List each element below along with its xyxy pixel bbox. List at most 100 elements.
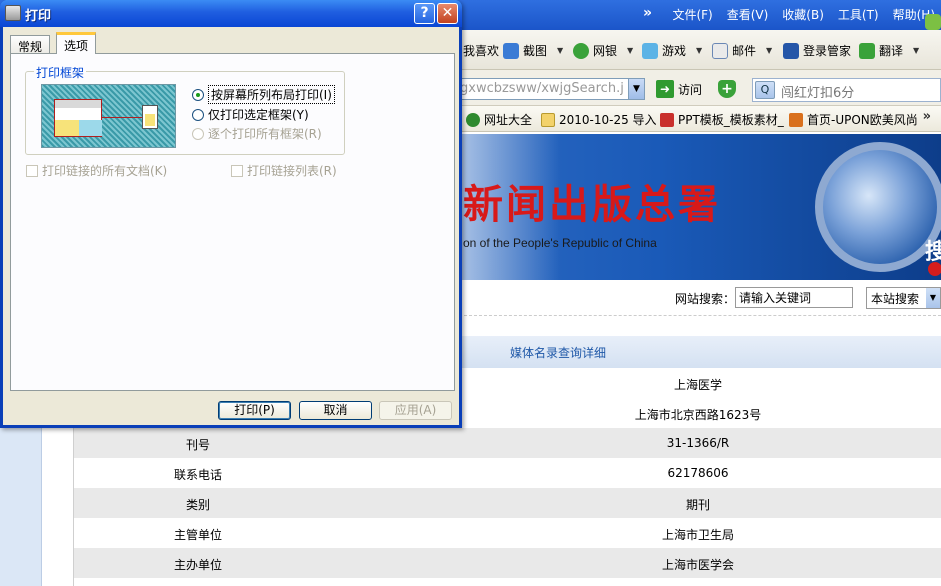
url-dropdown-icon[interactable]: ▼ (628, 79, 644, 99)
table-row: 类别 期刊 (74, 488, 941, 518)
favorites-more-chevron[interactable]: » (923, 109, 931, 124)
row-key: 联系电话 (173, 468, 222, 482)
preview-frame-right (79, 120, 102, 136)
preview-arrow (102, 117, 142, 118)
key-icon (783, 42, 799, 59)
help-button[interactable]: ? (414, 3, 435, 24)
mail-icon (712, 42, 728, 59)
checkbox-print-linked-documents: 打印链接的所有文档(K) (26, 162, 167, 179)
browser-search-input[interactable]: Q 闯红灯扣6分 (752, 78, 941, 102)
site-search-placeholder: 请输入关键词 (739, 291, 812, 305)
preview-frame-left (55, 120, 79, 136)
toolbar-login-manager-button[interactable]: 登录管家 (783, 42, 851, 59)
url-input[interactable]: gxwcbzsww/xwjgSearch.j ▼ (455, 78, 645, 100)
menu-favorites[interactable]: 收藏(B) (782, 6, 824, 23)
print-dialog: 打印 ? ✕ 常规 选项 打印框架 按屏幕所列布局打印(I) 仅打印选定框架(Y… (0, 0, 462, 428)
bank-icon (573, 42, 589, 59)
chevron-down-icon[interactable]: ▼ (696, 46, 702, 55)
table-row: 主办单位 上海市医学会 (74, 548, 941, 578)
radio-selected-frame-only[interactable]: 仅打印选定框架(Y) (192, 106, 309, 123)
toolbar-bank-button[interactable]: 网银 ▼ (573, 42, 633, 59)
site-search-input[interactable]: 请输入关键词 (735, 287, 853, 308)
radio-label: 按屏幕所列布局打印(I) (208, 85, 335, 104)
preview-window-graphic (54, 99, 102, 137)
chevron-down-icon: ▼ (926, 288, 940, 308)
fav-item-label: PPT模板_模板素材_ (678, 113, 784, 127)
go-arrow-icon: ➜ (656, 80, 674, 98)
toolbar-games-button[interactable]: 游戏 ▼ (642, 42, 702, 59)
translate-icon (859, 42, 875, 59)
checkbox-print-link-table: 打印链接列表(R) (231, 162, 337, 179)
row-key: 刊号 (185, 438, 210, 452)
detail-heading: 媒体名录查询详细 (510, 346, 607, 360)
go-button[interactable]: ➜ 访问 (656, 80, 702, 98)
toolbar-games-label: 游戏 (662, 44, 687, 58)
fav-item-label: 首页-UPON欧美风尚 (807, 113, 918, 127)
chevron-down-icon[interactable]: ▼ (627, 46, 633, 55)
row-value: 上海市北京西路1623号 (634, 408, 762, 422)
banner-red-dot (928, 262, 941, 276)
games-icon (642, 42, 658, 59)
row-value: 上海市卫生局 (661, 528, 734, 542)
checkbox-label: 打印链接列表(R) (247, 164, 337, 178)
browser-logo-icon (925, 14, 941, 30)
shield-icon[interactable]: + (718, 80, 736, 98)
toolbar-mail-label: 邮件 (732, 44, 757, 58)
table-row: 刊号 31-1366/R (74, 428, 941, 458)
tab-options[interactable]: 选项 (56, 32, 97, 54)
radio-label: 仅打印选定框架(Y) (208, 108, 309, 122)
page-icon (789, 112, 803, 127)
fav-item[interactable]: PPT模板_模板素材_ (660, 111, 784, 128)
row-value: 上海医学 (673, 378, 722, 392)
toolbar-translate-button[interactable]: 翻译 ▼ (859, 42, 919, 59)
preview-window-titlebar (55, 100, 101, 108)
banner-title: 新闻出版总署 (463, 181, 721, 228)
preview-page-block (145, 114, 155, 126)
search-icon[interactable]: Q (755, 81, 775, 99)
magnifier-graphic (815, 142, 941, 272)
toolbar-screenshot-button[interactable]: 截图 ▼ (503, 42, 563, 59)
options-panel: 打印框架 按屏幕所列布局打印(I) 仅打印选定框架(Y) 逐个打印所有框架(R)… (10, 53, 455, 391)
dialog-title: 打印 (25, 9, 52, 24)
menu-more-chevron[interactable]: » (643, 5, 652, 21)
chevron-down-icon[interactable]: ▼ (766, 46, 772, 55)
menu-file[interactable]: 文件(F) (672, 6, 712, 23)
fav-item[interactable]: 2010-10-25 导入 (541, 111, 657, 128)
toolbar-favorite-partial[interactable]: 我喜欢 (463, 42, 499, 59)
radio-indicator (192, 127, 204, 140)
row-key: 类别 (185, 498, 210, 512)
toolbar-mail-button[interactable]: 邮件 ▼ (712, 42, 772, 59)
url-text: gxwcbzsww/xwjgSearch.j (460, 81, 624, 96)
preview-page-graphic (142, 105, 158, 129)
row-key: 主管单位 (173, 528, 222, 542)
radio-label: 逐个打印所有框架(R) (208, 127, 322, 141)
toolbar-translate-label: 翻译 (879, 44, 904, 58)
menu-view[interactable]: 查看(V) (727, 6, 769, 23)
menu-tools[interactable]: 工具(T) (838, 6, 879, 23)
close-button[interactable]: ✕ (437, 3, 458, 24)
fav-item[interactable]: 首页-UPON欧美风尚 (789, 111, 918, 128)
fav-item[interactable]: 网址大全 (466, 111, 532, 128)
row-value: 上海市医学会 (661, 558, 734, 572)
cancel-button[interactable]: 取消 (299, 401, 372, 420)
chevron-down-icon[interactable]: ▼ (557, 46, 563, 55)
print-button[interactable]: 打印(P) (218, 401, 291, 420)
row-value: 62178606 (667, 466, 729, 480)
checkbox-indicator (26, 164, 38, 177)
toolbar-login-manager-label: 登录管家 (803, 44, 852, 58)
radio-indicator[interactable] (192, 88, 204, 101)
radio-as-laid-out[interactable]: 按屏幕所列布局打印(I) (192, 85, 335, 104)
tab-general[interactable]: 常规 (10, 35, 51, 54)
chevron-down-icon[interactable]: ▼ (913, 46, 919, 55)
site-nav-icon (466, 112, 480, 127)
site-search-scope-value: 本站搜索 (871, 292, 920, 306)
go-label: 访问 (678, 82, 703, 97)
dialog-titlebar[interactable]: 打印 ? ✕ (0, 0, 462, 27)
radio-indicator[interactable] (192, 108, 204, 121)
toolbar-screenshot-label: 截图 (523, 44, 548, 58)
site-search-scope-select[interactable]: 本站搜索 ▼ (866, 287, 941, 309)
row-key: 主办单位 (173, 558, 222, 572)
browser-search-text: 闯红灯扣6分 (781, 86, 855, 101)
toolbar-bank-label: 网银 (593, 44, 618, 58)
screenshot-icon (503, 42, 519, 59)
